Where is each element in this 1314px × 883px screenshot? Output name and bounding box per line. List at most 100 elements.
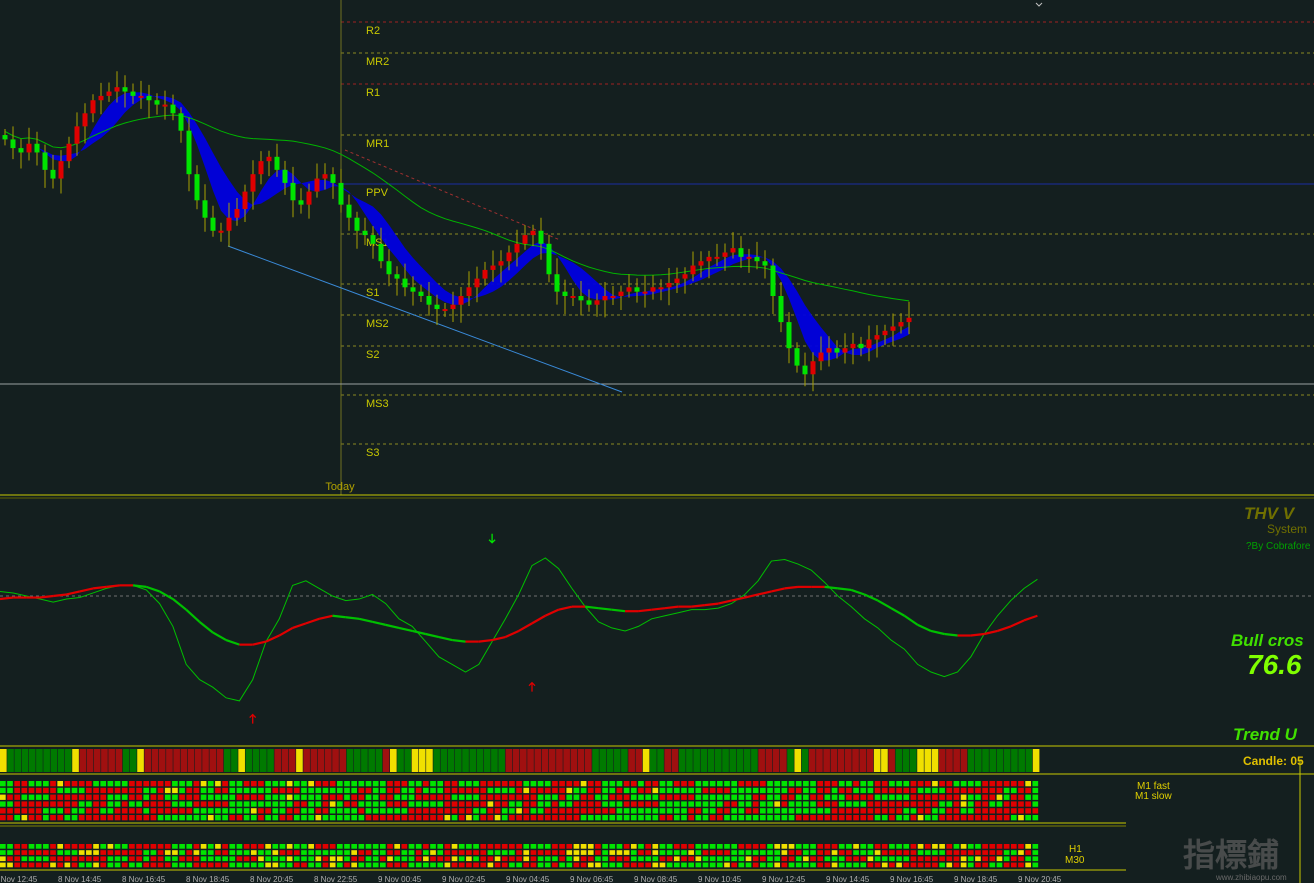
heatmap-cell [143, 815, 150, 821]
heatmap-cell [530, 815, 537, 821]
heatmap-cell [336, 856, 343, 862]
heatmap-cell [1010, 808, 1017, 814]
heatmap-cell [437, 856, 444, 862]
heatmap-cell [702, 794, 709, 800]
heatmap-cell [207, 787, 214, 794]
strip-cell [21, 749, 29, 772]
heatmap-cell [57, 856, 64, 862]
heatmap-cell [738, 787, 745, 794]
heatmap-cell [215, 815, 221, 821]
candle-body [546, 243, 552, 275]
heatmap-cell [50, 856, 56, 862]
candle-body [378, 243, 384, 262]
heatmap-cell [380, 815, 386, 821]
heatmap-cell [860, 801, 867, 807]
heatmap-cell [279, 850, 286, 855]
strip-cell [780, 749, 787, 772]
strip-cell [859, 749, 867, 772]
heatmap-cell [107, 856, 114, 862]
heatmap-cell [537, 794, 544, 800]
heatmap-cell [272, 856, 279, 862]
heatmap-cell [917, 808, 924, 814]
heatmap-cell [21, 787, 28, 794]
heatmap-cell [7, 808, 13, 814]
heatmap-cell [71, 781, 78, 787]
candle-body [474, 278, 480, 288]
heatmap-cell [93, 815, 99, 821]
heatmap-cell [559, 815, 565, 821]
heatmap-cell [516, 856, 522, 862]
heatmap-cell [853, 844, 859, 849]
heatmap-cell [157, 801, 164, 807]
heatmap-cell [286, 794, 293, 800]
heatmap-cell [150, 808, 157, 814]
heatmap-cell [437, 787, 444, 794]
heatmap-cell [509, 787, 515, 794]
heatmap-cell [401, 787, 408, 794]
heatmap-cell [559, 787, 565, 794]
strip-cell [433, 749, 440, 772]
heatmap-cell [717, 850, 723, 855]
heatmap-cell [516, 781, 522, 787]
heatmap-cell [960, 862, 967, 868]
heatmap-cell [960, 801, 967, 807]
heatmap-cell [215, 862, 221, 868]
heatmap-cell [136, 781, 142, 787]
heatmap-cell [616, 850, 623, 855]
heatmap-cell [301, 862, 307, 868]
heatmap-cell [372, 781, 379, 787]
heatmap-cell [745, 808, 752, 814]
heatmap-cell [301, 850, 307, 855]
candle-body [98, 95, 104, 101]
strip-cell [43, 749, 50, 772]
heatmap-cell [487, 856, 494, 862]
heatmap-cell [293, 781, 300, 787]
heatmap-cell [530, 850, 537, 855]
heatmap-cell [889, 801, 895, 807]
heatmap-cell [258, 862, 264, 868]
heatmap-cell [616, 794, 623, 800]
heatmap-cell [501, 801, 508, 807]
heatmap-cell [881, 781, 888, 787]
heatmap-cell [695, 787, 702, 794]
heatmap-cell [50, 808, 56, 814]
heatmap-cell [724, 781, 730, 787]
heatmap-cell [523, 844, 530, 849]
heatmap-cell [100, 850, 107, 855]
heatmap-cell [673, 781, 680, 787]
heatmap-cell [666, 844, 673, 849]
oscillator-slow-segment [53, 593, 67, 598]
heatmap-cell [738, 794, 745, 800]
strip-cell [996, 749, 1004, 772]
heatmap-cell [193, 856, 200, 862]
heatmap-cell [695, 808, 702, 814]
heatmap-cell [781, 850, 788, 855]
strip-cell [101, 749, 108, 772]
heatmap-cell [838, 801, 845, 807]
heatmap-cell [430, 856, 436, 862]
heatmap-cell [222, 808, 228, 814]
heatmap-cell [157, 815, 164, 821]
heatmap-cell [451, 787, 458, 794]
heatmap-cell [28, 794, 35, 800]
pivot-level-label: MR2 [366, 56, 389, 68]
heatmap-cell [975, 850, 981, 855]
heatmap-cell [645, 781, 651, 787]
heatmap-cell [967, 808, 974, 814]
heatmap-cell [150, 794, 157, 800]
heatmap-cell [982, 781, 988, 787]
strip-cell [910, 749, 917, 772]
heatmap-cell [114, 794, 121, 800]
heatmap-cell [724, 850, 730, 855]
heatmap-cell [702, 862, 709, 868]
heatmap-cell [43, 844, 49, 849]
heatmap-cell [387, 781, 393, 787]
heatmap-cell [265, 862, 271, 868]
heatmap-cell [573, 850, 580, 855]
heatmap-cell [258, 808, 264, 814]
heatmap-cell [372, 794, 379, 800]
heatmap-cell [150, 815, 157, 821]
heatmap-cell [437, 794, 444, 800]
heatmap-cell [401, 815, 408, 821]
heatmap-cell [795, 787, 802, 794]
